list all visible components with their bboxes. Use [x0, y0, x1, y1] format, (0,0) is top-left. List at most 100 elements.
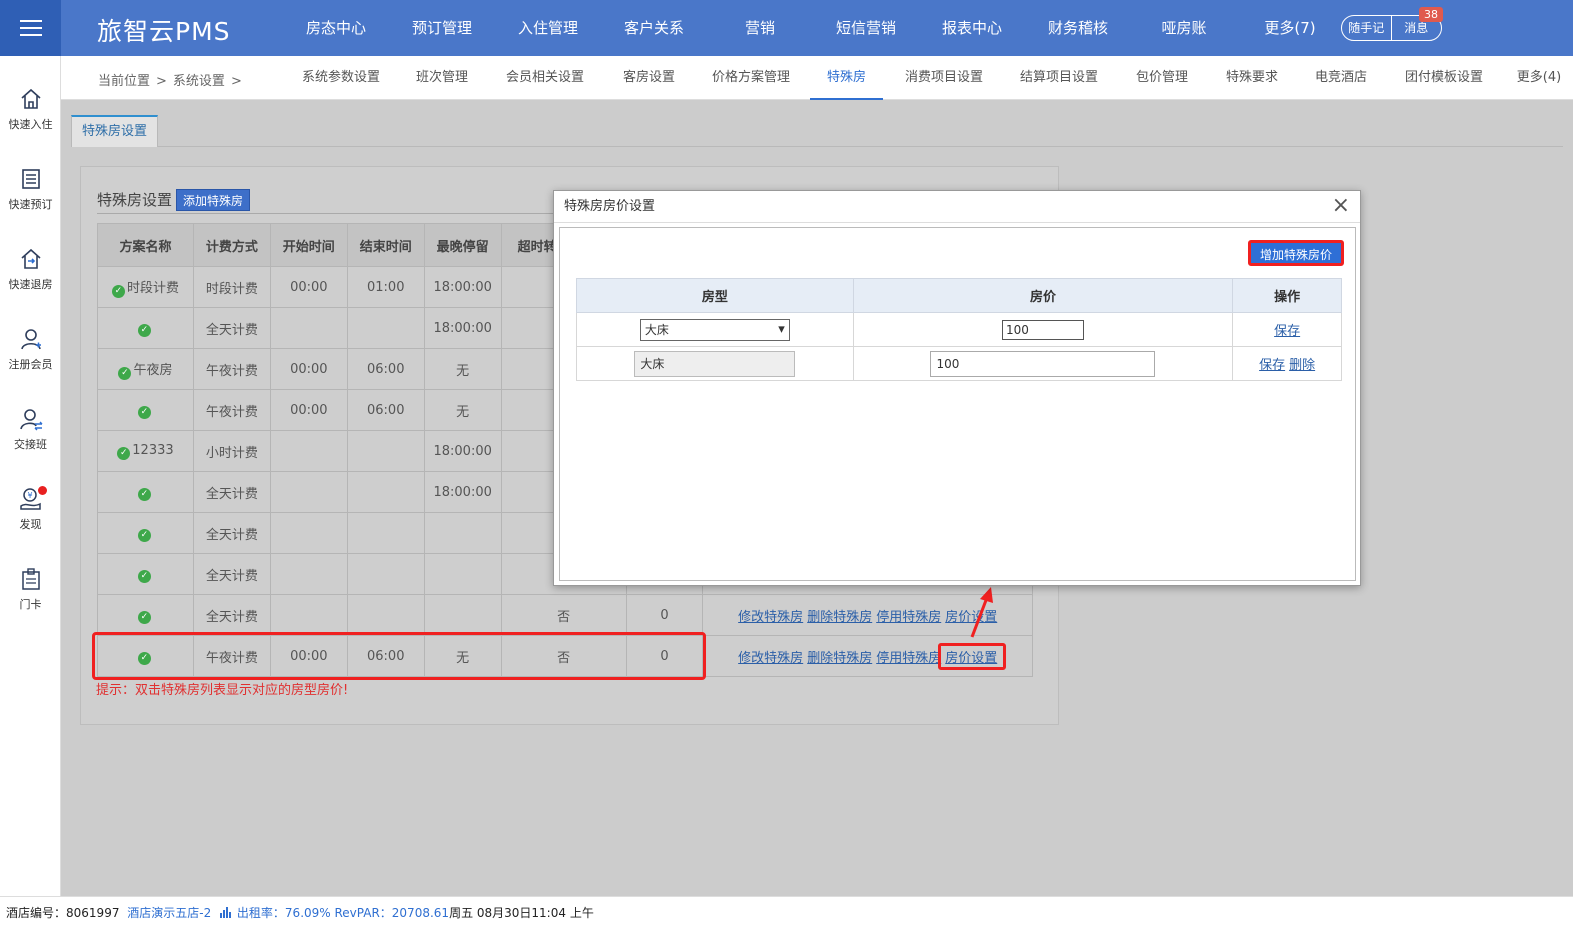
cell-mode: 全天计费	[205, 568, 258, 584]
svg-text:¥: ¥	[27, 491, 32, 500]
table-row: 大床 100 保存	[576, 312, 1342, 347]
message-count-badge: 38	[1419, 7, 1443, 22]
subnav-special-room[interactable]: 特殊房	[810, 56, 883, 100]
cell-latest: 18:00:00	[433, 279, 492, 295]
title-divider	[97, 213, 577, 214]
enabled-check-icon: ✓	[117, 446, 131, 460]
room-type-select[interactable]: 大床	[639, 318, 790, 341]
top-nav-more[interactable]: 更多(7)	[1237, 0, 1343, 56]
subnav-shift-mgmt[interactable]: 班次管理	[412, 56, 472, 100]
cell-name: 12333	[132, 442, 174, 458]
close-icon[interactable]: ×	[1332, 191, 1350, 221]
col-billing-mode: 计费方式	[192, 223, 271, 267]
home-icon	[20, 88, 41, 109]
hotel-name-link[interactable]: 酒店演示五店-2	[127, 906, 211, 920]
subnav-consume-items[interactable]: 消费项目设置	[904, 56, 984, 100]
annotation-arrow	[970, 587, 993, 638]
col-plan-name: 方案名称	[97, 223, 194, 267]
top-nav-item[interactable]: 客户关系	[601, 0, 707, 56]
top-nav-item[interactable]: 财务稽核	[1025, 0, 1131, 56]
disable-special-room-link[interactable]: 停用特殊房	[876, 610, 941, 625]
delete-special-room-link[interactable]: 删除特殊房	[807, 610, 872, 625]
room-price-input[interactable]: 100	[1001, 319, 1084, 340]
cell-latest: 18:00:00	[433, 484, 492, 500]
user-icon	[20, 329, 41, 350]
cell-end: 01:00	[367, 279, 405, 295]
special-room-price-dialog: 特殊房房价设置 × 增加特殊房价 房型 房价 操作 大床 100 保存 大床	[553, 190, 1361, 586]
disable-special-room-link[interactable]: 停用特殊房	[876, 651, 941, 666]
cell-mode: 午夜计费	[205, 363, 258, 379]
add-special-price-button[interactable]: 增加特殊房价	[1248, 240, 1344, 266]
top-nav-item[interactable]: 预订管理	[389, 0, 495, 56]
current-datetime: 周五 08月30日11:04 上午	[449, 906, 594, 920]
sidebar-item-discover[interactable]: ¥ 发现	[0, 486, 61, 556]
cell-name: 时段计费	[126, 280, 179, 296]
brand-logo: 旅智云PMS	[97, 17, 231, 46]
top-nav-item[interactable]: 哑房账	[1131, 0, 1237, 56]
occupancy-stats: 出租率：76.09% RevPAR：20708.61	[236, 906, 450, 920]
enabled-check-icon: ✓	[118, 366, 132, 380]
subnav-esports-hotel[interactable]: 电竞酒店	[1313, 56, 1369, 100]
subnav-member-settings[interactable]: 会员相关设置	[505, 56, 585, 100]
cell-mode: 全天计费	[205, 486, 258, 502]
cell-latest: 18:00:00	[433, 443, 492, 459]
sidebar-item-quick-booking[interactable]: 快速预订	[0, 166, 61, 236]
subnav-system-params[interactable]: 系统参数设置	[301, 56, 381, 100]
top-nav-item[interactable]: 报表中心	[919, 0, 1025, 56]
bar-chart-icon	[220, 907, 232, 918]
subnav-more[interactable]: 更多(4)	[1515, 56, 1563, 100]
cell-name: 午夜房	[133, 362, 173, 378]
edit-special-room-link[interactable]: 修改特殊房	[738, 651, 803, 666]
top-nav-item[interactable]: 入住管理	[495, 0, 601, 56]
col-end-time: 结束时间	[346, 223, 425, 267]
add-special-room-button[interactable]: 添加特殊房	[176, 189, 251, 211]
subnav-settlement-items[interactable]: 结算项目设置	[1019, 56, 1099, 100]
cell-mode: 全天计费	[205, 609, 258, 625]
sidebar-item-room-card[interactable]: 门卡	[0, 566, 61, 636]
top-nav-item[interactable]: 营销	[707, 0, 813, 56]
cell-start: 00:00	[290, 361, 328, 377]
save-link[interactable]: 保存	[1274, 324, 1300, 339]
sidebar-item-register-member[interactable]: 注册会员	[0, 326, 61, 396]
sidebar-item-shift-handover[interactable]: 交接班	[0, 406, 61, 476]
highlight-row-box	[92, 632, 706, 680]
cell-latest: 18:00:00	[433, 320, 492, 336]
delete-special-room-link[interactable]: 删除特殊房	[807, 651, 872, 666]
enabled-check-icon: ✓	[137, 487, 151, 501]
delete-link[interactable]: 删除	[1289, 358, 1315, 373]
left-sidebar: 快速入住 快速预订 快速退房 注册会员 交接班 ¥ 发现 门卡	[0, 56, 61, 896]
subnav-price-plan[interactable]: 价格方案管理	[711, 56, 791, 100]
table-row[interactable]: ✓ 全天计费否 0 修改特殊房 删除特殊房 停用特殊房 房价设置	[97, 594, 1033, 636]
dialog-title: 特殊房房价设置	[564, 199, 656, 214]
notification-dot	[38, 486, 47, 495]
sidebar-item-quick-checkout[interactable]: 快速退房	[0, 246, 61, 316]
room-type-readonly: 大床	[634, 350, 796, 377]
cell-mode: 午夜计费	[205, 404, 258, 420]
top-bar: 旅智云PMS 房态中心 预订管理 入住管理 客户关系 营销 短信营销 报表中心 …	[0, 0, 1573, 56]
cell-start: 00:00	[290, 402, 328, 418]
breadcrumb: 当前位置 > 系统设置 >	[98, 74, 242, 89]
checkout-icon	[20, 248, 41, 269]
menu-toggle-button[interactable]	[0, 0, 61, 56]
status-bar: 酒店编号：8061997 酒店演示五店-2 出租率：76.09% RevPAR：…	[0, 896, 1573, 929]
sidebar-item-quick-checkin[interactable]: 快速入住	[0, 86, 61, 156]
subnav-group-template[interactable]: 团付模板设置	[1403, 56, 1485, 100]
edit-special-room-link[interactable]: 修改特殊房	[738, 610, 803, 625]
user-swap-icon	[19, 409, 42, 431]
cell-num: 0	[660, 607, 669, 623]
memo-button[interactable]: 随手记	[1342, 16, 1392, 40]
col-latest-stay: 最晚停留	[423, 223, 502, 267]
hamburger-icon	[19, 20, 42, 36]
subnav-room-settings[interactable]: 客房设置	[619, 56, 679, 100]
save-link[interactable]: 保存	[1259, 358, 1285, 373]
cell-latest: 无	[456, 363, 470, 379]
top-nav-item[interactable]: 房态中心	[283, 0, 389, 56]
room-price-input[interactable]: 100	[930, 350, 1156, 377]
subnav-special-request[interactable]: 特殊要求	[1224, 56, 1280, 100]
top-nav-item[interactable]: 短信营销	[813, 0, 919, 56]
cell-mode: 全天计费	[205, 527, 258, 543]
tab-strip: 特殊房设置	[71, 115, 1563, 147]
subnav-package[interactable]: 包价管理	[1134, 56, 1190, 100]
tab-special-room-settings[interactable]: 特殊房设置	[71, 115, 158, 147]
highlight-price-setting-box	[938, 643, 1006, 670]
